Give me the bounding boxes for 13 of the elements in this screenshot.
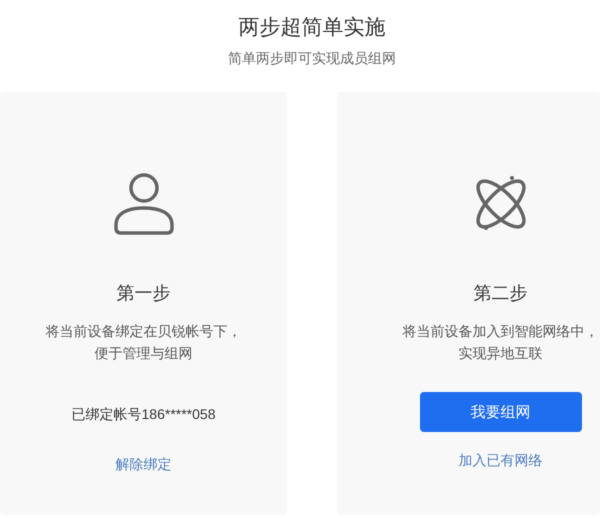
step-title: 第一步 — [116, 282, 170, 305]
step-description: 将当前设备加入到智能网络中， — [402, 322, 598, 341]
step-title: 第二步 — [474, 282, 528, 305]
step-description: 将当前设备绑定在贝锐帐号下， — [46, 322, 242, 341]
step-description: 便于管理与组网 — [94, 344, 192, 363]
person-icon — [114, 173, 174, 235]
page-title: 两步超简单实施 — [238, 15, 386, 41]
action-link[interactable]: 解除绑定 — [116, 454, 172, 474]
action-link[interactable]: 加入已有网络 — [458, 450, 542, 470]
page-subtitle: 简单两步即可实现成员组网 — [227, 49, 397, 68]
bound-account: 已绑定帐号186*****058 — [72, 405, 216, 424]
step-description: 实现异地互联 — [458, 344, 542, 363]
create-network-button[interactable]: 我要组网 — [420, 392, 582, 432]
